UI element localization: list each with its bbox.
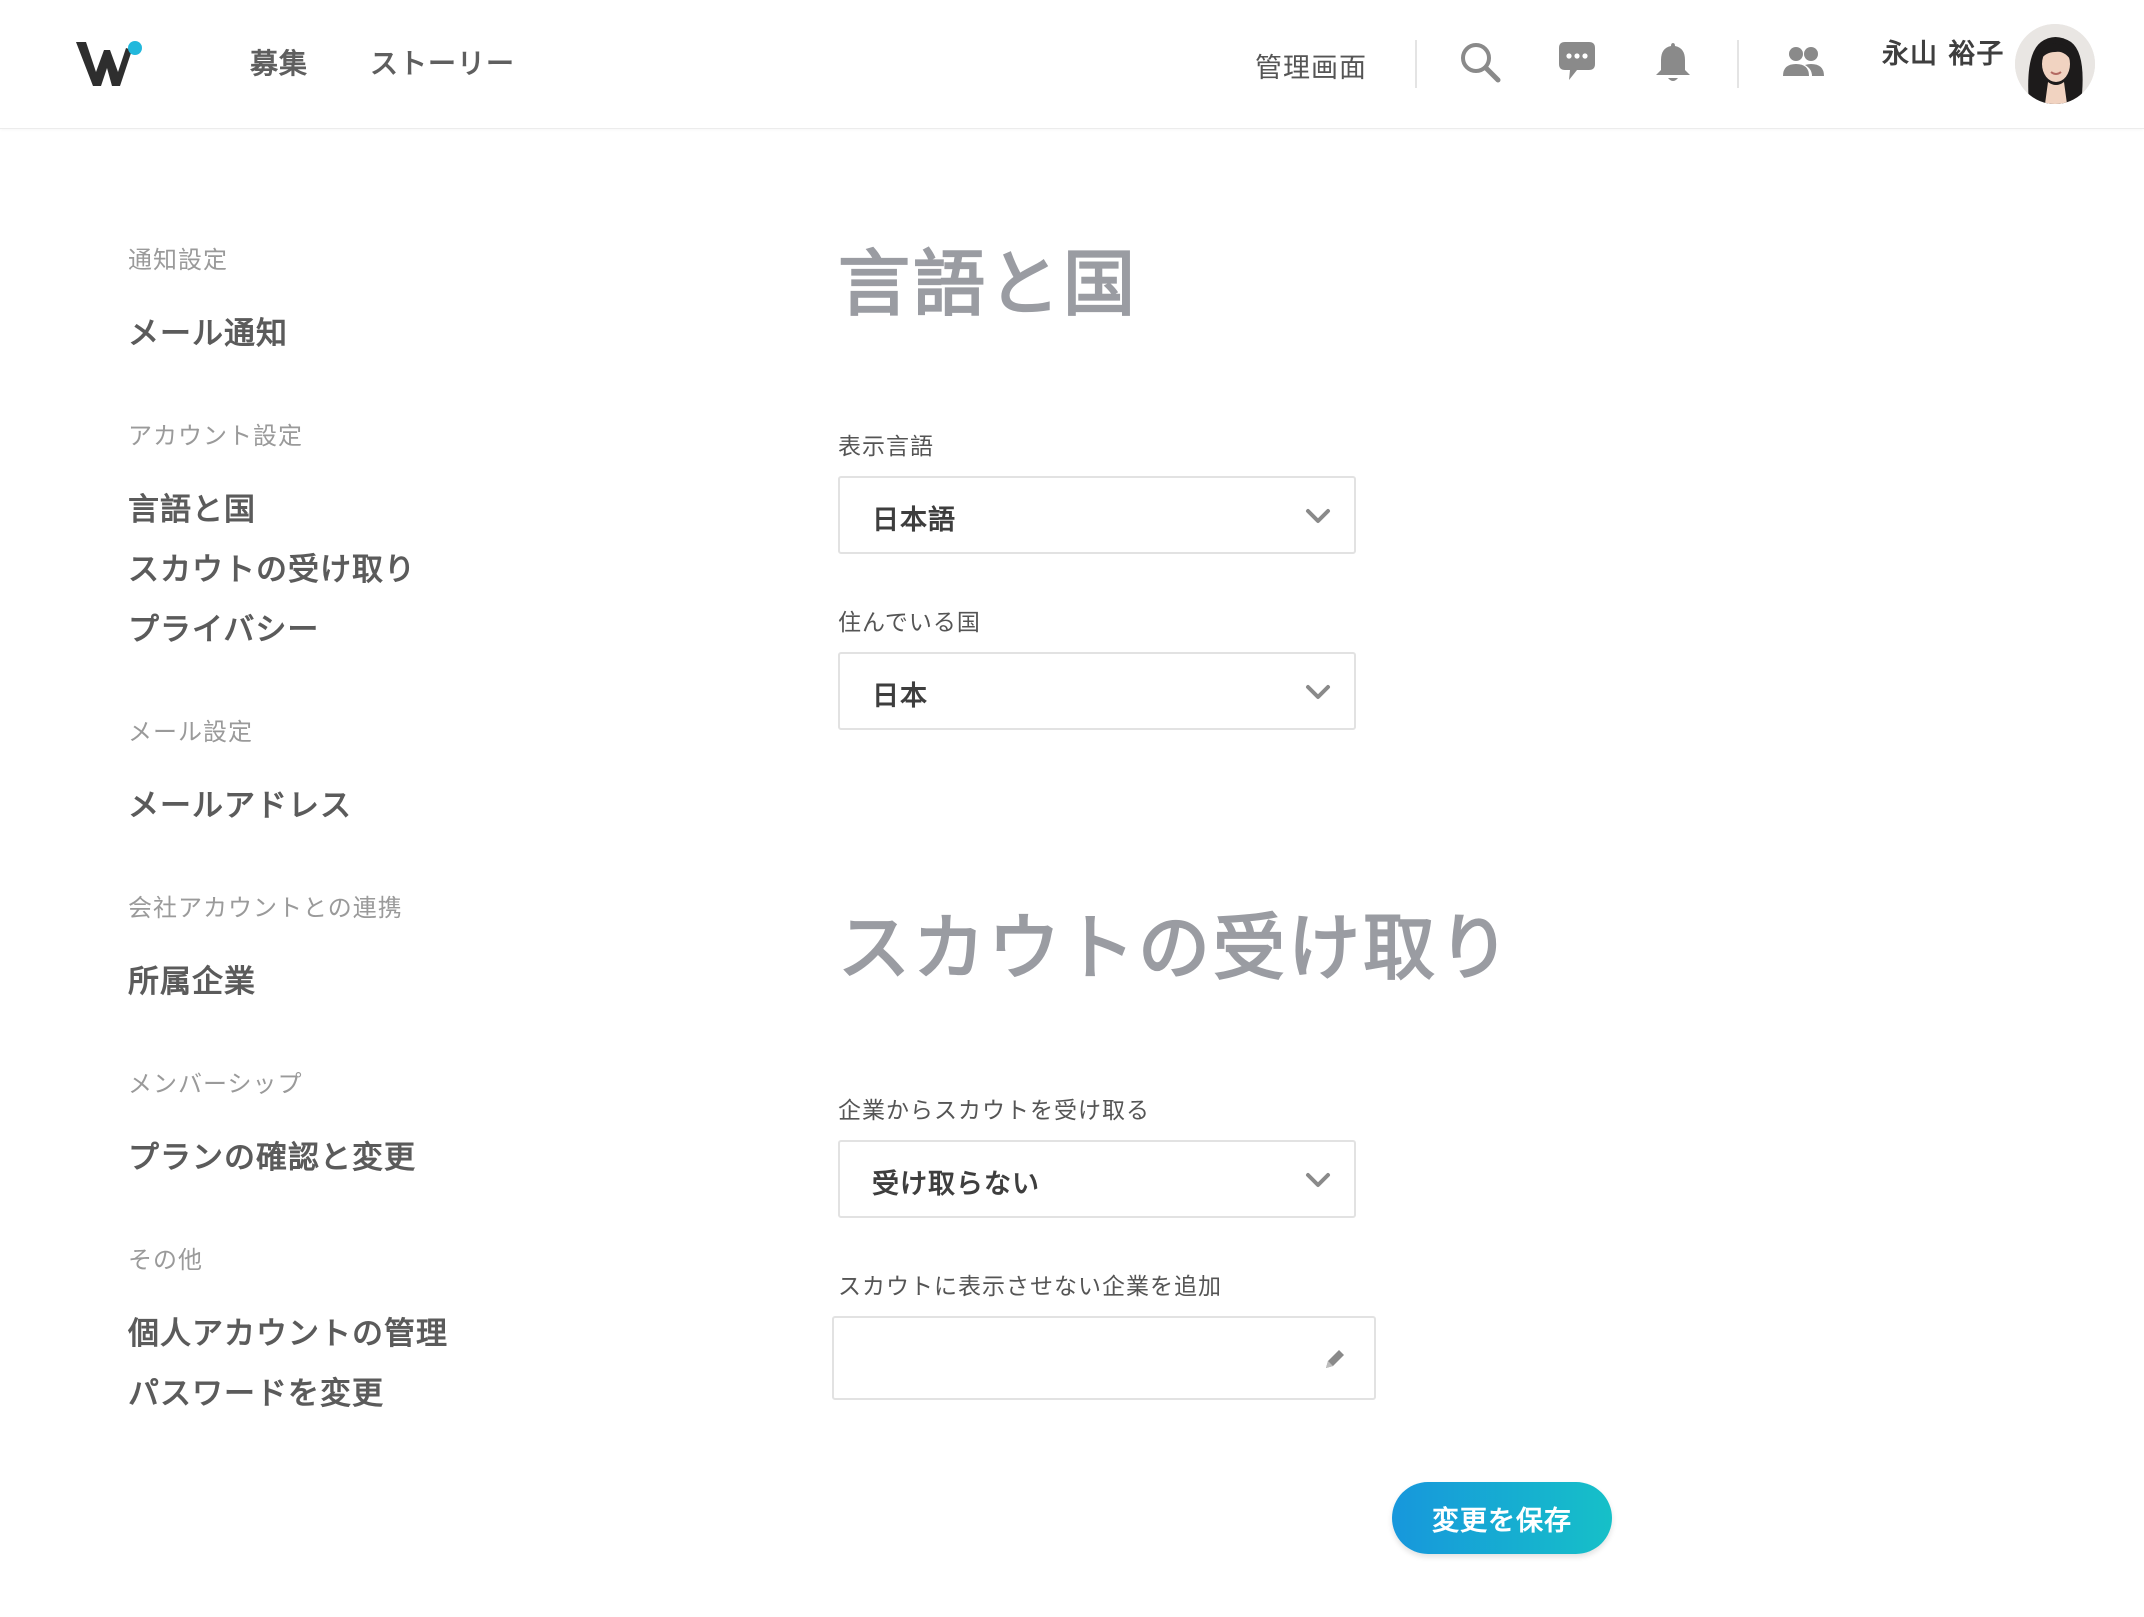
- sidebar-heading: メール設定: [128, 718, 253, 746]
- sidebar-group-company: 会社アカウントとの連携 所属企業: [128, 888, 688, 1012]
- sidebar-group-mail: メール設定 メールアドレス: [128, 712, 688, 836]
- user-name[interactable]: 永山 裕子: [1882, 32, 2004, 71]
- chevron-down-icon: [1306, 1173, 1330, 1187]
- sidebar-heading: メンバーシップ: [128, 1070, 303, 1098]
- sidebar-heading: その他: [128, 1246, 203, 1274]
- settings-main: 言語と国 表示言語 日本語 住んでいる国 日本 スカウトの受け取り 企業からスカ…: [832, 236, 1738, 1400]
- pencil-icon[interactable]: [1322, 1346, 1348, 1372]
- settings-sidebar: 通知設定 メール通知 アカウント設定 言語と国 スカウトの受け取り プライバシー…: [128, 240, 688, 1476]
- sidebar-item-email-address[interactable]: メールアドレス: [128, 776, 688, 836]
- search-icon[interactable]: [1456, 38, 1504, 86]
- bell-icon[interactable]: [1649, 38, 1697, 86]
- sidebar-heading: 通知設定: [128, 246, 228, 274]
- save-changes-button[interactable]: 変更を保存: [1392, 1482, 1612, 1554]
- chevron-down-icon: [1306, 509, 1330, 523]
- language-section-title: 言語と国: [838, 242, 1139, 326]
- user-avatar[interactable]: [2015, 24, 2095, 104]
- sidebar-heading: 会社アカウントとの連携: [128, 894, 403, 922]
- sidebar-item-affiliated-company[interactable]: 所属企業: [128, 952, 688, 1012]
- sidebar-heading: アカウント設定: [128, 422, 303, 450]
- wantedly-logo[interactable]: [74, 38, 146, 90]
- sidebar-group-account: アカウント設定 言語と国 スカウトの受け取り プライバシー: [128, 416, 688, 660]
- receive-scout-label: 企業からスカウトを受け取る: [838, 1098, 1150, 1124]
- display-language-value: 日本語: [872, 505, 956, 536]
- country-label: 住んでいる国: [838, 610, 981, 636]
- sidebar-item-personal-account[interactable]: 個人アカウントの管理: [128, 1304, 688, 1364]
- nav-recruit-link[interactable]: 募集: [250, 42, 308, 82]
- chat-icon[interactable]: [1553, 38, 1601, 86]
- chevron-down-icon: [1306, 685, 1330, 699]
- nav-story-link[interactable]: ストーリー: [370, 42, 515, 82]
- sidebar-item-change-password[interactable]: パスワードを変更: [128, 1364, 688, 1424]
- sidebar-item-language-country[interactable]: 言語と国: [128, 480, 688, 540]
- display-language-select[interactable]: 日本語: [838, 476, 1356, 554]
- sidebar-item-plan[interactable]: プランの確認と変更: [128, 1128, 688, 1188]
- scout-section-title: スカウトの受け取り: [838, 906, 1514, 990]
- exclude-company-input[interactable]: [854, 1334, 1298, 1384]
- sidebar-item-privacy[interactable]: プライバシー: [128, 600, 688, 660]
- sidebar-group-membership: メンバーシップ プランの確認と変更: [128, 1064, 688, 1188]
- country-select[interactable]: 日本: [838, 652, 1356, 730]
- exclude-company-field[interactable]: [832, 1316, 1376, 1400]
- display-language-label: 表示言語: [838, 434, 934, 460]
- receive-scout-select[interactable]: 受け取らない: [838, 1140, 1356, 1218]
- sidebar-group-other: その他 個人アカウントの管理 パスワードを変更: [128, 1240, 688, 1424]
- header-divider: [1737, 40, 1739, 88]
- exclude-company-label: スカウトに表示させない企業を追加: [838, 1274, 1222, 1300]
- people-icon[interactable]: [1779, 38, 1827, 86]
- country-value: 日本: [872, 681, 928, 712]
- sidebar-group-notification: 通知設定 メール通知: [128, 240, 688, 364]
- admin-dashboard-link[interactable]: 管理画面: [1255, 46, 1367, 85]
- top-header: 募集 ストーリー 管理画面 永山 裕子: [0, 0, 2144, 129]
- receive-scout-value: 受け取らない: [872, 1169, 1040, 1200]
- sidebar-item-scout[interactable]: スカウトの受け取り: [128, 540, 688, 600]
- header-divider: [1415, 40, 1417, 88]
- sidebar-item-email-notification[interactable]: メール通知: [128, 304, 688, 364]
